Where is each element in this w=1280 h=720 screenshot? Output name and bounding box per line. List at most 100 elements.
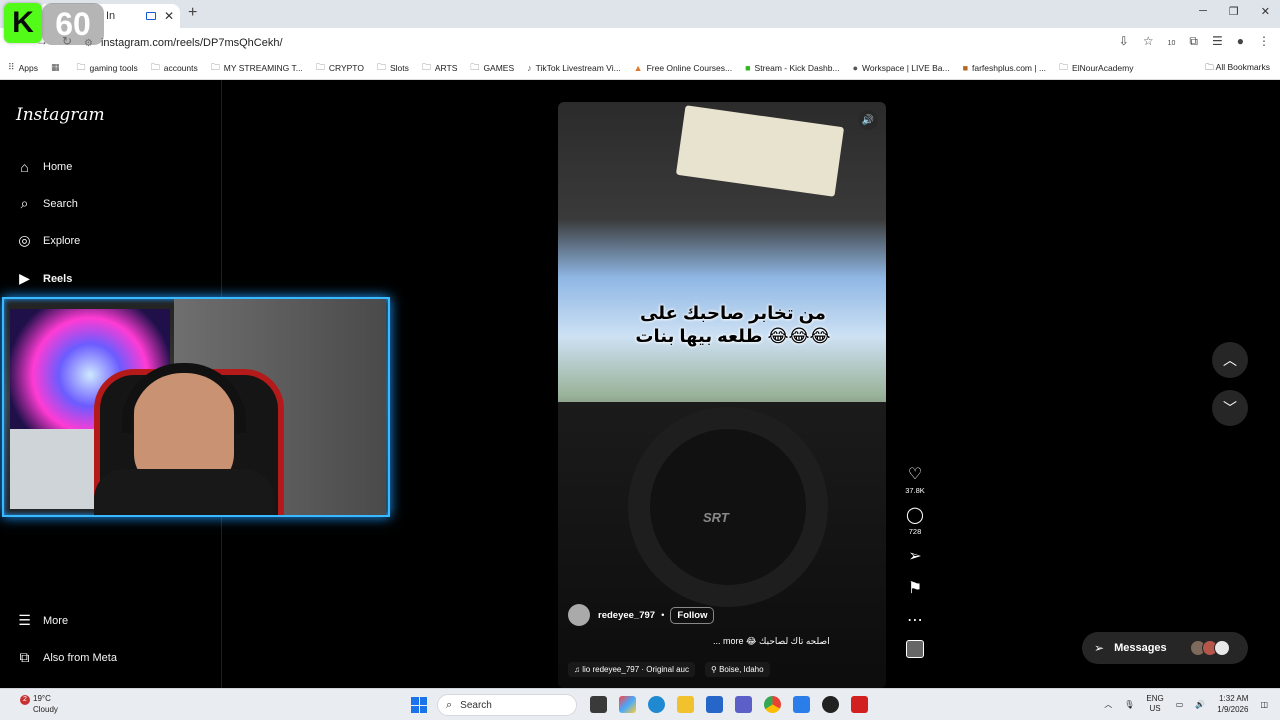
sidebar-item-reels[interactable]: ▶ Reels xyxy=(16,270,72,287)
extensions-icon[interactable]: ⧉ xyxy=(1189,34,1198,49)
folder-icon: 🗀 xyxy=(376,61,386,72)
chevron-down-icon: ﹀ xyxy=(1223,400,1237,416)
bookmark-link[interactable]: ■ Stream - Kick Dashb... xyxy=(745,63,839,73)
bookmark-folder[interactable]: 🗀 CRYPTO xyxy=(316,60,364,76)
instagram-logo[interactable]: Instagram xyxy=(16,105,105,125)
audio-label: lio redeyee_797 · Original auc xyxy=(582,665,689,674)
instagram-page: Instagram ⌂ Home ⌕ Search ◎ Explore ▶ Re… xyxy=(0,80,1280,688)
new-tab-button[interactable]: + xyxy=(188,4,197,22)
language-indicator[interactable]: ENG US xyxy=(1146,694,1163,714)
sidebar-item-search[interactable]: ⌕ Search xyxy=(16,195,78,212)
comment-icon[interactable]: ◯ xyxy=(906,507,924,525)
windows-start-icon[interactable] xyxy=(411,697,427,713)
reel-overlay-text: من تخابر صاحبك على طلعه بيها بنات 😂😂😂 xyxy=(618,302,848,347)
sidebar-item-label: Reels xyxy=(43,272,73,285)
volume-icon[interactable]: 🔊 xyxy=(858,110,878,130)
reading-list-icon[interactable]: ☰ xyxy=(1212,34,1223,49)
bookmark-label: gaming tools xyxy=(89,62,138,73)
bookmark-folder[interactable]: 🗀 gaming tools xyxy=(76,60,137,76)
audio-chip[interactable]: ♫ lio redeyee_797 · Original auc xyxy=(568,662,695,677)
bookmark-label: ElNourAcademy xyxy=(1072,62,1134,73)
bookmark-label: ARTS xyxy=(434,62,458,73)
teams-icon[interactable] xyxy=(735,696,752,713)
speaker-icon[interactable]: 🔊 xyxy=(1195,700,1205,709)
minimize-icon[interactable]: ─ xyxy=(1199,5,1207,18)
reel-actions: ♡ 37.8K ◯ 728 ➢ ⚑ ⋯ xyxy=(902,466,928,658)
bookmark-folder[interactable]: 🗀 Slots xyxy=(377,60,409,76)
extension-badge-icon[interactable]: 10 xyxy=(1168,34,1176,49)
sidebar-item-more[interactable]: ☰ More xyxy=(16,612,68,629)
bookmark-folder[interactable]: 🗀 accounts xyxy=(151,60,198,76)
bookmark-folder[interactable]: 🗀 ElNourAcademy xyxy=(1059,60,1133,76)
reel-video[interactable]: SRT من تخابر صاحبك على طلعه بيها بنات 😂😂… xyxy=(558,102,886,688)
reel-username[interactable]: redeyee_797 xyxy=(598,610,655,621)
next-reel-button[interactable]: ﹀ xyxy=(1212,390,1248,426)
avatar[interactable] xyxy=(568,604,590,626)
save-bookmark-icon[interactable]: ⚑ xyxy=(908,580,922,598)
sidebar-item-explore[interactable]: ◎ Explore xyxy=(16,232,80,249)
location-chip[interactable]: ⚲ Boise, Idaho xyxy=(704,662,770,677)
taskbar-search[interactable]: ⌕ Search xyxy=(437,694,577,716)
file-explorer-icon[interactable] xyxy=(677,696,694,713)
close-window-icon[interactable]: ✕ xyxy=(1261,5,1270,18)
windows-taskbar: 2 19°C Cloudy ⌕ Search ︿ 🎙 ENG US ▭ 🔊 1:… xyxy=(0,688,1280,720)
bookmark-apps[interactable]: ⠿ Apps xyxy=(8,62,38,73)
follow-button[interactable]: Follow xyxy=(670,606,715,624)
copilot-icon[interactable] xyxy=(619,696,636,713)
tab-close-icon[interactable]: ✕ xyxy=(164,9,174,23)
task-view-icon[interactable] xyxy=(590,696,607,713)
menu-dots-icon[interactable]: ⋮ xyxy=(1258,34,1270,49)
tray-overflow-icon[interactable]: ︿ xyxy=(1104,699,1112,710)
like-heart-icon[interactable]: ♡ xyxy=(908,466,922,484)
store-icon[interactable] xyxy=(706,696,723,713)
bookmark-link[interactable]: ♪ TikTok Livestream Vi... xyxy=(527,63,621,73)
bookmark-label: accounts xyxy=(163,62,198,73)
edge-icon[interactable] xyxy=(648,696,665,713)
all-bookmarks[interactable]: 🗀 All Bookmarks xyxy=(1205,62,1270,76)
sidebar-item-meta[interactable]: ⧉ Also from Meta xyxy=(16,649,117,666)
overlay-line-2: طلعه بيها بنات 😂😂😂 xyxy=(635,325,831,346)
profile-avatar-icon[interactable]: ● xyxy=(1237,34,1244,49)
system-tray: ︿ 🎙 ENG US ▭ 🔊 1:32 AM 1/9/2026 ◫ xyxy=(1104,693,1268,715)
bookmark-star-icon[interactable]: ☆ xyxy=(1143,34,1154,49)
comment-count: 728 xyxy=(908,527,922,536)
microphone-icon[interactable]: 🎙 xyxy=(1124,700,1134,709)
reel-caption[interactable]: ... more 😂 اصلحه تاك لصاحبك xyxy=(713,636,830,647)
bookmark-folder[interactable]: 🗀 ARTS xyxy=(422,60,458,76)
bookmarks-bar: ⠿ Apps ▦ 🗀 gaming tools 🗀 accounts 🗀 MY STRE… xyxy=(0,56,1280,80)
more-options-icon[interactable]: ⋯ xyxy=(907,612,923,630)
bookmark-tab-groups[interactable]: ▦ xyxy=(51,62,64,73)
network-icon[interactable]: ▭ xyxy=(1176,700,1184,709)
all-bookmarks-label: All Bookmarks xyxy=(1215,62,1270,72)
bookmark-link[interactable]: ▲ Free Online Courses... xyxy=(634,63,732,73)
course-site-icon: ▲ xyxy=(633,62,643,73)
like-count: 37.8K xyxy=(905,486,925,495)
chrome-icon[interactable] xyxy=(764,696,781,713)
bookmark-label: MY STREAMING T... xyxy=(223,62,303,73)
obs-icon[interactable] xyxy=(822,696,839,713)
weather-badge: 2 xyxy=(20,695,30,705)
notification-icon[interactable]: ◫ xyxy=(1260,700,1268,709)
mail-icon[interactable] xyxy=(793,696,810,713)
install-icon[interactable]: ⇩ xyxy=(1119,34,1129,49)
sidebar-item-label: Search xyxy=(43,197,78,210)
bookmark-label: farfeshplus.com | ... xyxy=(972,62,1047,73)
weather-widget[interactable]: 2 19°C Cloudy xyxy=(20,693,58,715)
bookmark-folder[interactable]: 🗀 MY STREAMING T... xyxy=(211,60,303,76)
app-icon[interactable] xyxy=(851,696,868,713)
bookmark-link[interactable]: ● Workspace | LIVE Ba... xyxy=(853,63,950,73)
bookmark-label: Stream - Kick Dashb... xyxy=(754,62,840,73)
audio-thumbnail[interactable] xyxy=(906,640,924,658)
bookmark-label: TikTok Livestream Vi... xyxy=(535,62,621,73)
restore-icon[interactable]: ❐ xyxy=(1229,5,1239,18)
url-field[interactable]: ⚙ instagram.com/reels/DP7msQhCekh/ xyxy=(84,33,1104,53)
messages-button[interactable]: ➢ Messages xyxy=(1082,632,1248,664)
previous-reel-button[interactable]: ︿ xyxy=(1212,342,1248,378)
bookmark-folder[interactable]: 🗀 GAMES xyxy=(470,60,514,76)
bookmark-link[interactable]: ■ farfeshplus.com | ... xyxy=(963,63,1046,73)
tab-title: In xyxy=(106,10,116,22)
send-icon: ➢ xyxy=(1094,641,1105,655)
share-send-icon[interactable]: ➢ xyxy=(908,548,921,566)
sidebar-item-home[interactable]: ⌂ Home xyxy=(16,158,72,175)
clock[interactable]: 1:32 AM 1/9/2026 xyxy=(1217,693,1248,715)
